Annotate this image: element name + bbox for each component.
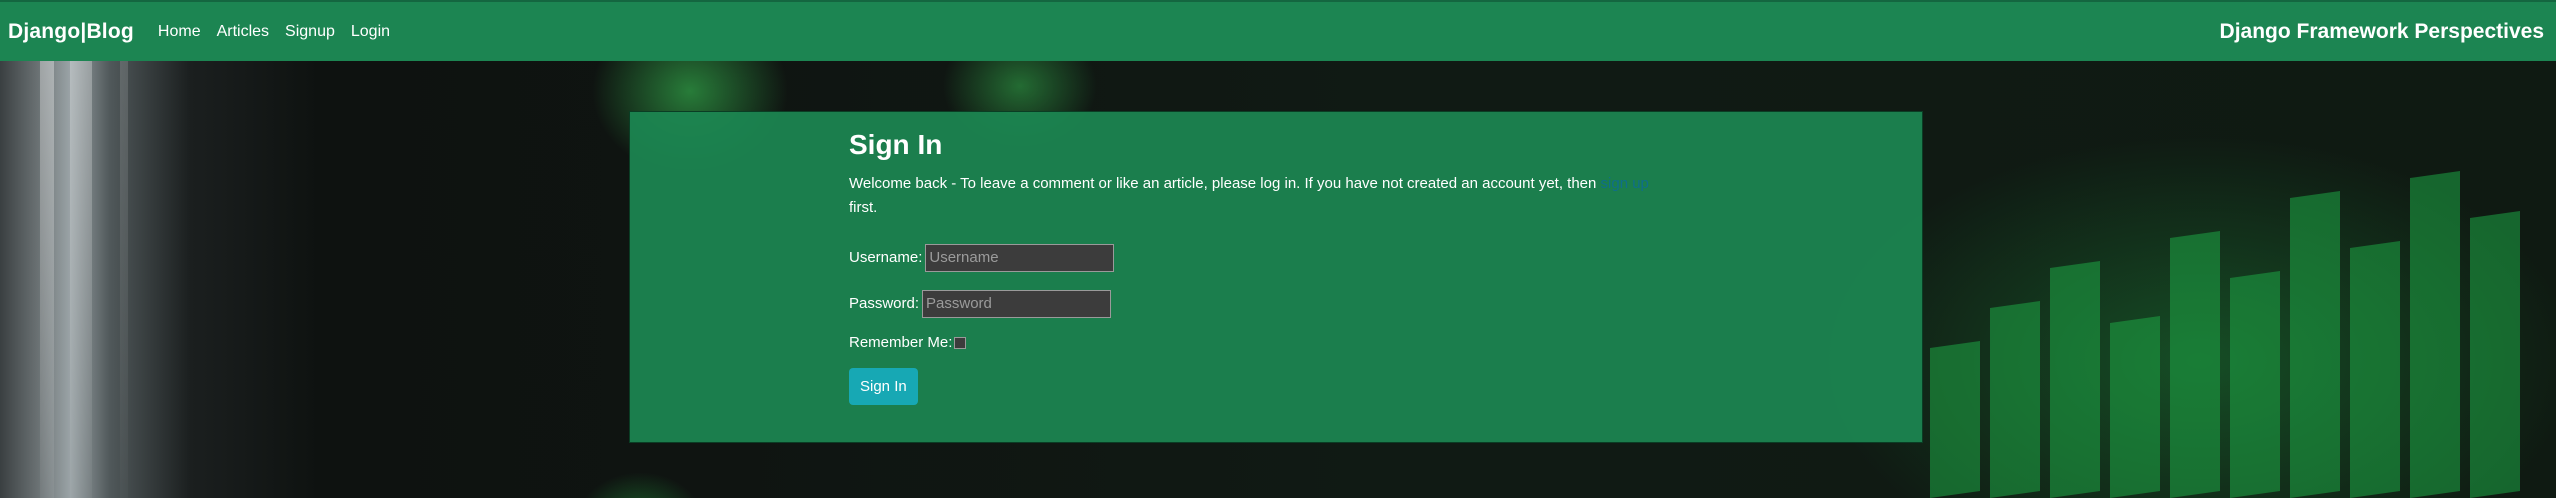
signin-card-content: Sign In Welcome back - To leave a commen… bbox=[849, 128, 1749, 405]
intro-text-after: first. bbox=[849, 198, 878, 216]
page-title: Sign In bbox=[849, 129, 943, 160]
signup-link[interactable]: sign up bbox=[1601, 175, 1649, 192]
background-chart-bar bbox=[2470, 210, 2520, 498]
remember-me-checkbox[interactable] bbox=[954, 336, 967, 349]
signin-card: Sign In Welcome back - To leave a commen… bbox=[629, 111, 1923, 443]
background-chart-bar bbox=[2410, 170, 2460, 498]
nav-link-signup[interactable]: Signup bbox=[285, 23, 335, 41]
username-input[interactable] bbox=[925, 243, 1115, 272]
background-light-streak bbox=[70, 61, 92, 498]
background-chart-bar bbox=[2350, 240, 2400, 498]
nav-link-home[interactable]: Home bbox=[158, 23, 201, 41]
brand-logo-link[interactable]: Django|Blog bbox=[8, 20, 134, 44]
background-chart-bar bbox=[1990, 300, 2040, 498]
username-row: Username: bbox=[849, 242, 1749, 274]
nav-links: Home Articles Signup Login bbox=[158, 23, 390, 41]
signin-form: Username: Password: Remember Me: Sign In bbox=[849, 242, 1749, 405]
remember-me-row: Remember Me: bbox=[849, 332, 1749, 354]
background-chart-bar bbox=[2230, 270, 2280, 498]
intro-text-before: Welcome back - To leave a comment or lik… bbox=[849, 174, 1601, 192]
username-label: Username: bbox=[849, 249, 923, 267]
background-chart-bar bbox=[2170, 230, 2220, 498]
background-chart-bar bbox=[2050, 260, 2100, 498]
remember-me-label: Remember Me: bbox=[849, 334, 953, 352]
background-light-streak bbox=[120, 61, 128, 498]
password-label: Password: bbox=[849, 295, 920, 313]
nav-link-login[interactable]: Login bbox=[351, 23, 390, 41]
background-chart-bar bbox=[2290, 190, 2340, 498]
password-input[interactable] bbox=[922, 289, 1112, 318]
signin-intro-text: Welcome back - To leave a comment or lik… bbox=[849, 172, 1699, 220]
background-chart-bar bbox=[1930, 340, 1980, 498]
background-chart-bar bbox=[2110, 315, 2160, 498]
signin-button[interactable]: Sign In bbox=[849, 367, 918, 405]
nav-link-articles[interactable]: Articles bbox=[217, 23, 269, 41]
top-navbar: Django|Blog Home Articles Signup Login D… bbox=[0, 0, 2556, 61]
background-light-streak bbox=[40, 61, 54, 498]
site-title: Django Framework Perspectives bbox=[2219, 19, 2544, 43]
password-row: Password: bbox=[849, 288, 1749, 320]
